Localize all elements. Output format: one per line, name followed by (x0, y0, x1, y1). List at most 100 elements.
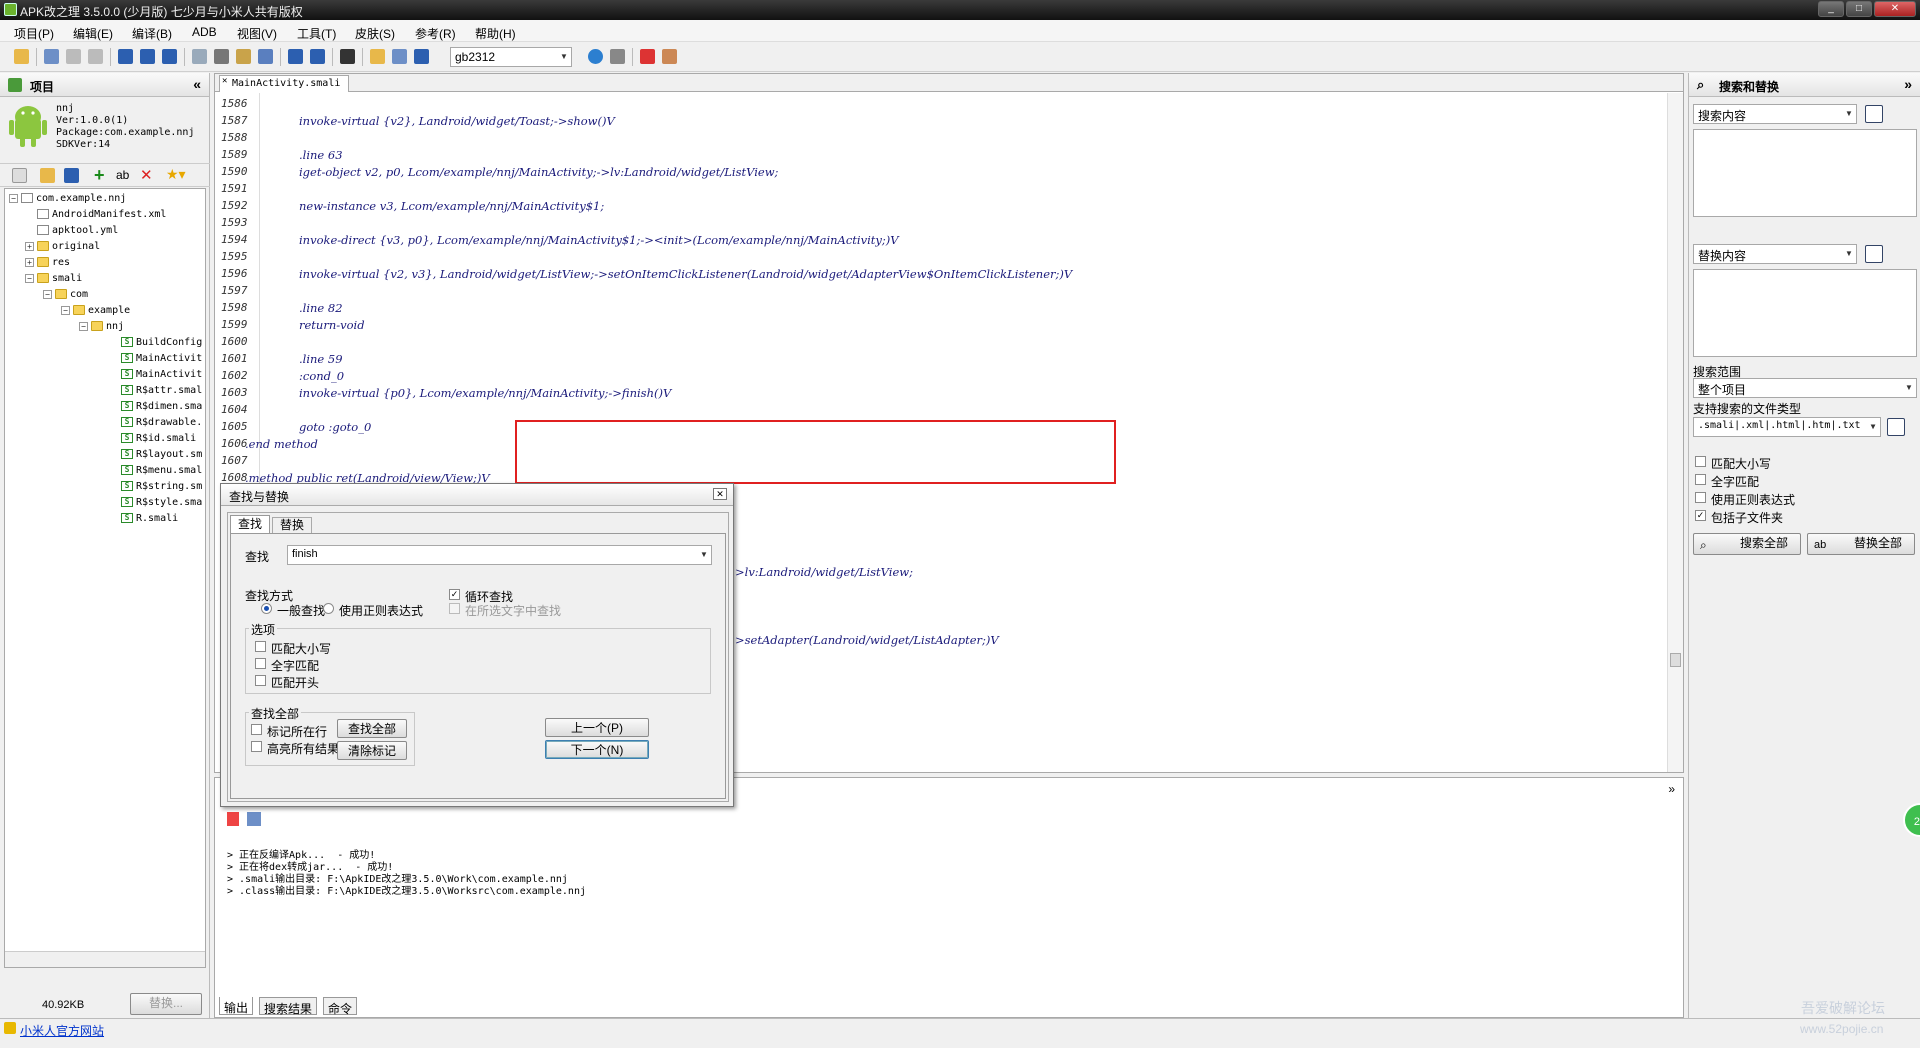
tab-output[interactable]: 输出 (219, 997, 254, 1015)
redo-icon[interactable] (310, 49, 325, 64)
collapse-panel-icon[interactable]: « (193, 76, 201, 92)
expand-icon[interactable]: + (25, 257, 34, 267)
open-folder-icon[interactable] (14, 49, 29, 64)
save-all-icon[interactable] (140, 49, 155, 64)
scope-select[interactable]: 整个项目 ▼ (1693, 378, 1917, 398)
close-project-icon[interactable] (66, 49, 81, 64)
expand-icon[interactable]: + (25, 241, 34, 251)
tree-node-example[interactable]: − example (61, 303, 130, 319)
collapse-icon[interactable]: − (43, 289, 52, 299)
copy-log-icon[interactable] (247, 812, 261, 826)
expand-panel-icon[interactable]: » (1904, 76, 1912, 92)
rename-icon[interactable]: ab (116, 168, 129, 182)
close-button[interactable]: ✕ (1874, 1, 1916, 17)
menu-reference[interactable]: 参考(R) (415, 25, 456, 42)
loop-checkbox[interactable]: ✓ (449, 589, 460, 600)
add-icon[interactable]: + (94, 165, 105, 186)
tree-hscrollbar[interactable] (5, 951, 205, 967)
menu-build[interactable]: 编译(B) (132, 25, 172, 42)
next-button[interactable]: 下一个(N) (545, 740, 649, 759)
save-icon[interactable] (118, 49, 133, 64)
find-input[interactable]: finish ▼ (287, 545, 712, 565)
radio-regex[interactable] (323, 603, 334, 614)
tab-command[interactable]: 命令 (323, 997, 358, 1016)
undo-icon[interactable] (288, 49, 303, 64)
tree-node-com[interactable]: − com (43, 287, 88, 303)
weibo-icon[interactable] (640, 49, 655, 64)
find-icon[interactable] (340, 49, 355, 64)
tree-node-manifest[interactable]: AndroidManifest.xml (37, 207, 166, 223)
notification-badge[interactable]: 22 (1903, 803, 1920, 837)
menu-view[interactable]: 视图(V) (237, 25, 277, 42)
whole-word-checkbox[interactable] (1695, 474, 1706, 485)
tab-replace[interactable]: 替换 (272, 517, 312, 533)
selection-checkbox[interactable] (449, 603, 460, 614)
highlight-all-checkbox[interactable] (251, 741, 262, 752)
tab-mainactivity[interactable]: ✕ MainActivity.smali (219, 75, 350, 92)
tree-node-apktool[interactable]: apktool.yml (37, 223, 118, 239)
replace-all-button[interactable]: ab 替换全部 (1807, 533, 1915, 555)
delete-icon[interactable] (258, 49, 273, 64)
tab-find[interactable]: 查找 (230, 515, 270, 533)
tree-node-file[interactable]: S R$style.sma (121, 495, 202, 511)
encoding-select[interactable]: gb2312 ▼ (450, 47, 572, 67)
tree-node-file[interactable]: S BuildConfig (121, 335, 202, 351)
replace-content-select[interactable]: 替换内容 ▼ (1693, 244, 1857, 264)
whole-word-checkbox[interactable] (255, 658, 266, 669)
scroll-thumb[interactable] (1670, 653, 1681, 667)
decompile-icon[interactable] (392, 49, 407, 64)
close-tab-icon[interactable]: ✕ (222, 76, 227, 86)
menu-skin[interactable]: 皮肤(S) (355, 25, 395, 42)
previous-button[interactable]: 上一个(P) (545, 718, 649, 737)
tree-node-original[interactable]: + original (25, 239, 100, 255)
doc-icon[interactable] (12, 168, 27, 183)
tree-node-file[interactable]: S R$id.smali (121, 431, 196, 447)
mark-line-checkbox[interactable] (251, 724, 262, 735)
match-case-checkbox[interactable] (1695, 456, 1706, 467)
tab-search-results[interactable]: 搜索结果 (259, 997, 318, 1016)
file-types-options-icon[interactable] (1887, 418, 1905, 436)
export-icon[interactable] (64, 168, 79, 183)
menu-adb[interactable]: ADB (192, 25, 217, 39)
collapse-icon[interactable]: − (9, 193, 18, 203)
search-content-select[interactable]: 搜索内容 ▼ (1693, 104, 1857, 124)
find-all-button[interactable]: 查找全部 (337, 719, 407, 738)
home-icon[interactable] (662, 49, 677, 64)
tree-node-file[interactable]: S MainActivit (121, 351, 202, 367)
tree-node-file[interactable]: S R$menu.smal (121, 463, 202, 479)
tree-node-file[interactable]: S R$string.sm (121, 479, 202, 495)
menu-edit[interactable]: 编辑(E) (73, 25, 113, 42)
save-as-icon[interactable] (162, 49, 177, 64)
clear-log-icon[interactable] (227, 812, 239, 826)
new-project-icon[interactable] (44, 49, 59, 64)
match-start-checkbox[interactable] (255, 675, 266, 686)
remove-icon[interactable]: ✕ (140, 166, 153, 184)
replace-content-input[interactable] (1693, 269, 1917, 357)
cut-icon[interactable] (214, 49, 229, 64)
menu-help[interactable]: 帮助(H) (475, 25, 516, 42)
paste-icon[interactable] (236, 49, 251, 64)
tree-node-file[interactable]: S R$layout.sm (121, 447, 202, 463)
help-icon[interactable] (588, 49, 603, 64)
replace-button[interactable]: 替换... (130, 993, 202, 1015)
tree-node-root[interactable]: − com.example.nnj (9, 191, 126, 207)
microphone-icon[interactable] (610, 49, 625, 64)
tree-node-file[interactable]: S MainActivit (121, 367, 202, 383)
tree-node-res[interactable]: + res (25, 255, 70, 271)
clear-marks-button[interactable]: 清除标记 (337, 741, 407, 760)
collapse-output-icon[interactable]: » (1668, 782, 1675, 796)
editor-vscrollbar[interactable] (1667, 93, 1683, 772)
maximize-button[interactable]: □ (1846, 1, 1872, 17)
tree-node-file[interactable]: S R$attr.smal (121, 383, 202, 399)
replace-options-icon[interactable] (1865, 245, 1883, 263)
file-types-select[interactable]: .smali|.xml|.html|.htm|.txt ▼ (1693, 417, 1881, 437)
refresh-icon[interactable] (88, 49, 103, 64)
sign-icon[interactable] (414, 49, 429, 64)
tree-node-file[interactable]: S R$dimen.sma (121, 399, 202, 415)
search-all-button[interactable]: ⌕ 搜索全部 (1693, 533, 1801, 555)
collapse-icon[interactable]: − (25, 273, 34, 283)
radio-normal[interactable] (261, 603, 272, 614)
tree-node-nnj[interactable]: − nnj (79, 319, 124, 335)
collapse-icon[interactable]: − (61, 305, 70, 315)
official-site-link[interactable]: 小米人官方网站 (20, 1022, 104, 1039)
